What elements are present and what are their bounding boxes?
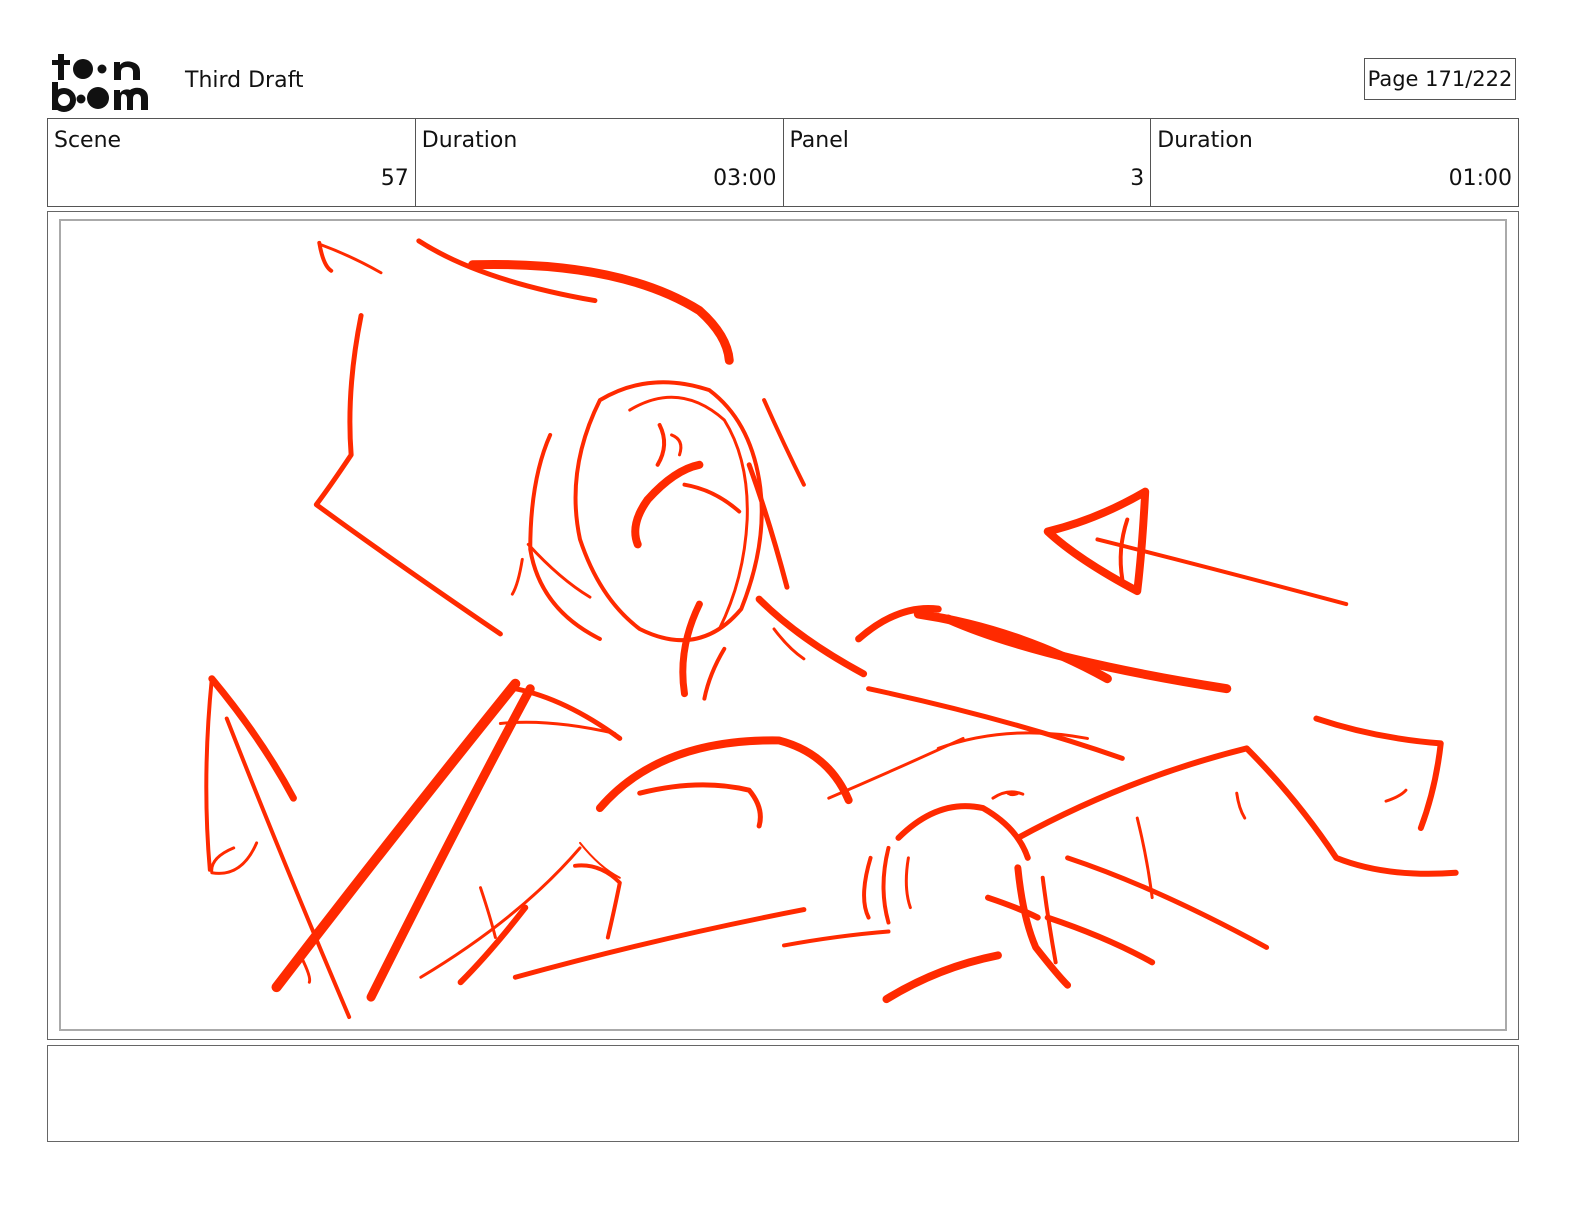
scene-duration-label: Duration [421,128,518,153]
sketch-stroke [366,684,535,1002]
sketch-stroke [755,595,868,678]
sketch-stroke [762,398,806,487]
sketch-stroke [579,841,621,879]
sketch-stroke [1044,914,1156,966]
sketch-stroke [299,955,312,984]
scene-duration-cell: Duration 03:00 [416,119,784,206]
sketch-stroke [1095,537,1349,607]
panel-image-area [59,219,1507,1031]
sketch-stroke [1043,487,1150,596]
sketch-stroke [670,433,683,457]
sketch-stroke [881,845,891,925]
sketch-stroke [1313,715,1444,831]
sketch-stroke [1235,791,1247,820]
panel-duration-cell: Duration 01:00 [1151,119,1518,206]
sketch-stroke [985,894,1041,921]
sketch-stroke [1014,745,1459,877]
sketch-stroke [702,646,727,701]
sketch-stroke [655,423,667,467]
panel-duration-label: Duration [1157,128,1253,153]
sketch-stroke [210,841,259,875]
panel-cell: Panel 3 [784,119,1152,206]
sketch-stroke [866,686,1125,761]
panel-label: Panel [789,128,849,153]
scene-value: 57 [380,166,409,191]
sketch-stroke [1384,788,1408,803]
sketch-stroke [419,846,582,979]
panel-frame [47,211,1519,1040]
page-indicator: Page 171/222 [1364,58,1516,100]
sketch-stroke [1006,791,1020,797]
info-row: Scene 57 Duration 03:00 Panel 3 Duration… [47,118,1519,207]
sketch-stroke [1118,517,1130,582]
draft-title: Third Draft [185,68,304,93]
sketch-stroke [827,736,965,800]
scene-label: Scene [54,128,122,153]
sketch-stroke [682,482,742,514]
scene-cell: Scene 57 [48,119,416,206]
sketch-stroke [882,951,1002,1004]
sketch-stroke [782,929,891,948]
panel-value: 3 [1130,166,1145,191]
sketch-stroke [628,395,749,631]
panel-duration-value: 01:00 [1448,166,1512,191]
sketch-stroke [573,380,764,643]
sketch-stroke [595,736,853,813]
sketch-stroke [573,863,622,940]
toon-boom-logo [50,50,166,114]
sketch-stroke [637,782,763,829]
sketch-stroke [904,856,912,910]
sketch-stroke [631,460,704,549]
sketch-stroke [512,907,807,980]
sketch-stroke [204,676,214,872]
sketch-stroke [510,557,524,596]
notes-area [47,1045,1519,1142]
sketch-stroke [895,803,1031,861]
sketch-stroke [862,855,873,920]
sketch-stroke [479,886,497,939]
sketch-stroke [679,600,703,698]
scene-duration-value: 03:00 [713,166,777,191]
storyboard-sketch [204,238,1459,1020]
sketch-stroke [313,313,503,637]
sketch-stroke [528,432,602,641]
toon-boom-logo-icon [52,54,148,112]
